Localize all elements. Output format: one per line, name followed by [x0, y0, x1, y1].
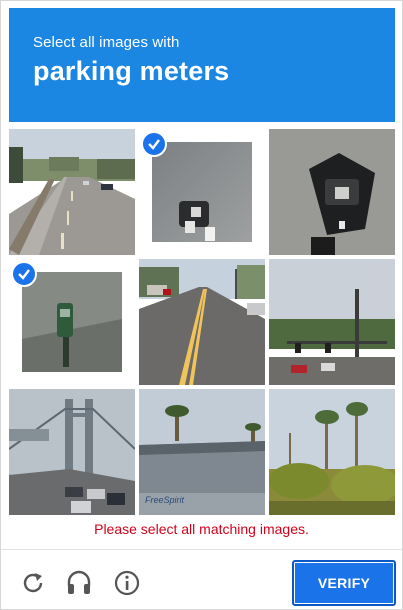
footer-divider: [1, 549, 402, 550]
selected-check-icon: [11, 261, 37, 287]
image-tile-9[interactable]: [269, 389, 395, 515]
captcha-header: Select all images with parking meters: [9, 8, 395, 122]
image-tile-3[interactable]: [269, 129, 395, 255]
image-tile-1[interactable]: [9, 129, 135, 255]
image-tile-8[interactable]: FreeSpirit: [139, 389, 265, 515]
image-tile-6[interactable]: [269, 259, 395, 385]
info-icon[interactable]: [113, 569, 141, 597]
tile-image-street: [139, 259, 265, 385]
tile-image-meter: [269, 129, 395, 255]
image-tile-7[interactable]: [9, 389, 135, 515]
verify-button[interactable]: VERIFY: [292, 560, 396, 606]
selected-check-icon: [141, 131, 167, 157]
tile-image-intersection: [269, 259, 395, 385]
image-tile-4[interactable]: [9, 259, 135, 385]
image-tile-5[interactable]: [139, 259, 265, 385]
headphones-icon[interactable]: [65, 569, 93, 597]
tile-image-bridge: [9, 389, 135, 515]
svg-text:FreeSpirit: FreeSpirit: [145, 495, 185, 505]
tile-image-road: [9, 129, 135, 255]
image-tile-2[interactable]: [139, 129, 265, 255]
error-message: Please select all matching images.: [94, 521, 309, 537]
captcha-frame: Select all images with parking meters Fr…: [0, 0, 403, 610]
instruction-text: Select all images with: [33, 34, 180, 51]
tile-image-palm-trees: [269, 389, 395, 515]
target-object-text: parking meters: [33, 56, 230, 86]
reload-icon[interactable]: [19, 569, 47, 597]
tile-image-building: FreeSpirit: [139, 389, 265, 515]
